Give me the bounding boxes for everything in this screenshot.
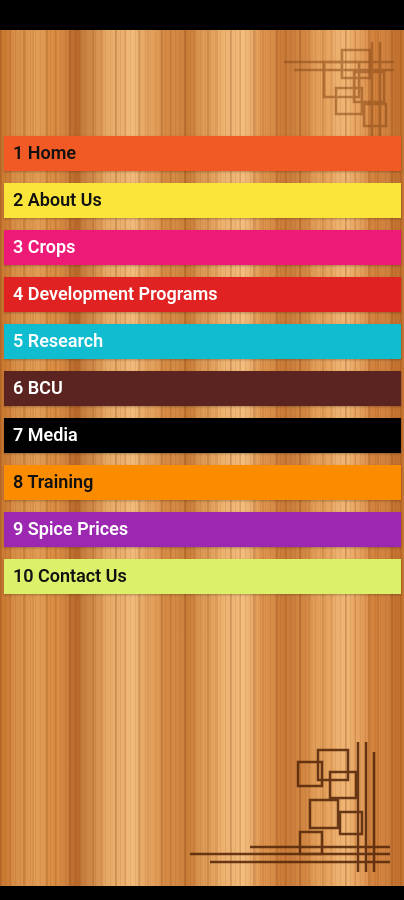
menu-item-training[interactable]: 8 Training [4, 465, 401, 500]
menu-item-crops[interactable]: 3 Crops [4, 230, 401, 265]
menu-item-about-us[interactable]: 2 About Us [4, 183, 401, 218]
status-bar [0, 0, 404, 30]
menu-item-media[interactable]: 7 Media [4, 418, 401, 453]
menu-item-label: 5 Research [13, 331, 104, 352]
menu-item-contact-us[interactable]: 10 Contact Us [4, 559, 401, 594]
menu-item-label: 8 Training [13, 472, 94, 493]
app-screen: 1 Home 2 About Us 3 Crops 4 Development Pro… [0, 0, 404, 900]
main-menu: 1 Home 2 About Us 3 Crops 4 Development Pro… [4, 136, 401, 606]
menu-item-development-programs[interactable]: 4 Development Programs [4, 277, 401, 312]
menu-item-label: 1 Home [13, 143, 77, 164]
square-ornament-bottom-icon [190, 742, 390, 872]
square-ornament-top-icon [284, 42, 394, 142]
menu-item-label: 7 Media [13, 425, 78, 446]
menu-item-label: 4 Development Programs [13, 284, 218, 305]
menu-item-research[interactable]: 5 Research [4, 324, 401, 359]
menu-item-label: 3 Crops [13, 237, 76, 258]
wood-background: 1 Home 2 About Us 3 Crops 4 Development Pro… [0, 30, 404, 886]
menu-item-label: 6 BCU [13, 378, 63, 399]
menu-item-spice-prices[interactable]: 9 Spice Prices [4, 512, 401, 547]
menu-item-label: 2 About Us [13, 190, 102, 211]
menu-item-home[interactable]: 1 Home [4, 136, 401, 171]
menu-item-label: 9 Spice Prices [13, 519, 129, 540]
navigation-bar [0, 886, 404, 900]
menu-item-label: 10 Contact Us [13, 566, 127, 587]
menu-item-bcu[interactable]: 6 BCU [4, 371, 401, 406]
